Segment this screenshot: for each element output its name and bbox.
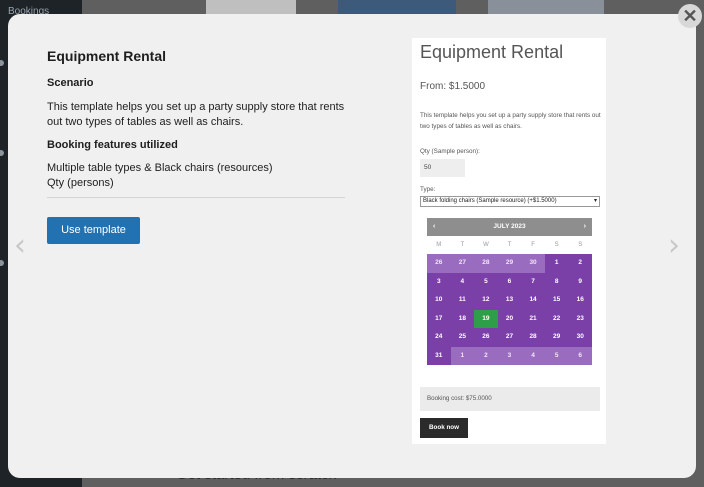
close-icon[interactable]: ✕ xyxy=(678,4,702,28)
sidebar-dot-icon xyxy=(0,150,4,156)
calendar-day[interactable]: 25 xyxy=(450,328,475,347)
calendar-day-selected[interactable]: 19 xyxy=(474,309,498,328)
divider xyxy=(47,197,345,198)
calendar-day[interactable]: 28 xyxy=(474,254,498,273)
calendar-day[interactable]: 9 xyxy=(568,272,592,291)
sidebar-dot-icon xyxy=(0,60,4,66)
calendar-day[interactable]: 26 xyxy=(474,328,498,347)
calendar-day[interactable]: 29 xyxy=(544,328,569,347)
calendar-day[interactable]: 3 xyxy=(427,272,451,291)
type-selected-value: Black folding chairs (Sample resource) (… xyxy=(423,198,557,204)
features-heading: Booking features utilized xyxy=(47,139,178,151)
use-template-button[interactable]: Use template xyxy=(47,217,140,244)
calendar-day[interactable]: 2 xyxy=(474,346,498,365)
calendar-day[interactable]: 30 xyxy=(521,254,545,273)
next-arrow-icon[interactable]: › xyxy=(668,226,680,266)
calendar-day[interactable]: 14 xyxy=(521,291,545,310)
template-preview: Equipment Rental From: $1.5000 This temp… xyxy=(412,38,606,444)
template-thumbnail xyxy=(338,0,456,14)
chevron-down-icon: ▾ xyxy=(593,198,597,204)
scenario-text: This template helps you set up a party s… xyxy=(47,101,345,128)
type-label: Type: xyxy=(420,186,436,193)
calendar-day[interactable]: 1 xyxy=(544,254,569,273)
calendar-day[interactable]: 12 xyxy=(474,291,498,310)
calendar-day[interactable]: 28 xyxy=(521,328,545,347)
weekday-label: M xyxy=(436,242,442,248)
calendar-day[interactable]: 18 xyxy=(450,309,475,328)
previous-arrow-icon[interactable]: ‹ xyxy=(14,226,26,266)
features-line-qty: Qty (persons) xyxy=(47,177,114,189)
type-select[interactable]: Black folding chairs (Sample resource) (… xyxy=(420,196,600,207)
calendar-day[interactable]: 3 xyxy=(497,346,522,365)
calendar-day[interactable]: 11 xyxy=(450,291,475,310)
weekday-label: T xyxy=(507,242,512,248)
preview-description: This template helps you set up a party s… xyxy=(420,112,601,130)
calendar-day[interactable]: 24 xyxy=(427,328,451,347)
calendar-day[interactable]: 22 xyxy=(544,309,569,328)
calendar-day[interactable]: 2 xyxy=(568,254,592,273)
calendar-day[interactable]: 5 xyxy=(474,272,498,291)
calendar-next-icon[interactable]: › xyxy=(584,218,586,236)
calendar-day[interactable]: 29 xyxy=(497,254,522,273)
weekday-label: T xyxy=(460,242,465,248)
calendar-day[interactable]: 8 xyxy=(544,272,569,291)
booking-calendar: ‹ JULY 2023 › M T W T F S S 26 27 28 29 30 1 2… xyxy=(427,218,592,365)
preview-title: Equipment Rental xyxy=(420,42,564,62)
sidebar-dot-icon xyxy=(0,260,4,266)
calendar-day[interactable]: 4 xyxy=(450,272,475,291)
weekday-label: F xyxy=(531,242,535,248)
calendar-day[interactable]: 6 xyxy=(497,272,522,291)
template-title: Equipment Rental xyxy=(47,48,167,64)
weekday-label: S xyxy=(578,242,583,248)
calendar-day[interactable]: 16 xyxy=(568,291,592,310)
book-now-button[interactable]: Book now xyxy=(420,418,468,438)
calendar-day[interactable]: 5 xyxy=(544,346,569,365)
calendar-day[interactable]: 1 xyxy=(450,346,475,365)
calendar-day[interactable]: 20 xyxy=(497,309,522,328)
calendar-day[interactable]: 27 xyxy=(497,328,522,347)
features-line-resources: Multiple table types & Black chairs (res… xyxy=(47,162,273,174)
calendar-day[interactable]: 30 xyxy=(568,328,592,347)
calendar-day[interactable]: 21 xyxy=(521,309,545,328)
weekday-label: S xyxy=(554,242,559,248)
calendar-month: JULY 2023 xyxy=(493,223,526,230)
calendar-day[interactable]: 4 xyxy=(521,346,545,365)
calendar-day[interactable]: 26 xyxy=(427,254,451,273)
calendar-day[interactable]: 31 xyxy=(427,346,451,365)
calendar-day[interactable]: 17 xyxy=(427,309,451,328)
calendar-day[interactable]: 6 xyxy=(568,346,592,365)
template-thumbnail xyxy=(488,0,604,14)
preview-price: From: $1.5000 xyxy=(420,81,486,92)
qty-label: Qty (Sample person): xyxy=(420,148,480,155)
weekday-label: W xyxy=(483,242,489,248)
calendar-day[interactable]: 15 xyxy=(544,291,569,310)
calendar-day[interactable]: 27 xyxy=(450,254,475,273)
booking-cost: Booking cost: $75.0000 xyxy=(420,387,600,411)
calendar-day[interactable]: 7 xyxy=(521,272,545,291)
calendar-days: 26 27 28 29 30 1 2 3 4 5 6 7 8 9 10 11 12 13 14 15 16 17 18 19 2… xyxy=(427,254,592,365)
qty-input[interactable]: 50 xyxy=(420,159,465,177)
calendar-prev-icon[interactable]: ‹ xyxy=(433,218,435,236)
scenario-heading: Scenario xyxy=(47,77,94,89)
calendar-weekdays: M T W T F S S xyxy=(427,236,592,254)
calendar-day[interactable]: 13 xyxy=(497,291,522,310)
template-thumbnail xyxy=(206,0,296,14)
calendar-header: ‹ JULY 2023 › xyxy=(427,218,592,236)
calendar-day[interactable]: 10 xyxy=(427,291,451,310)
calendar-day[interactable]: 23 xyxy=(568,309,592,328)
